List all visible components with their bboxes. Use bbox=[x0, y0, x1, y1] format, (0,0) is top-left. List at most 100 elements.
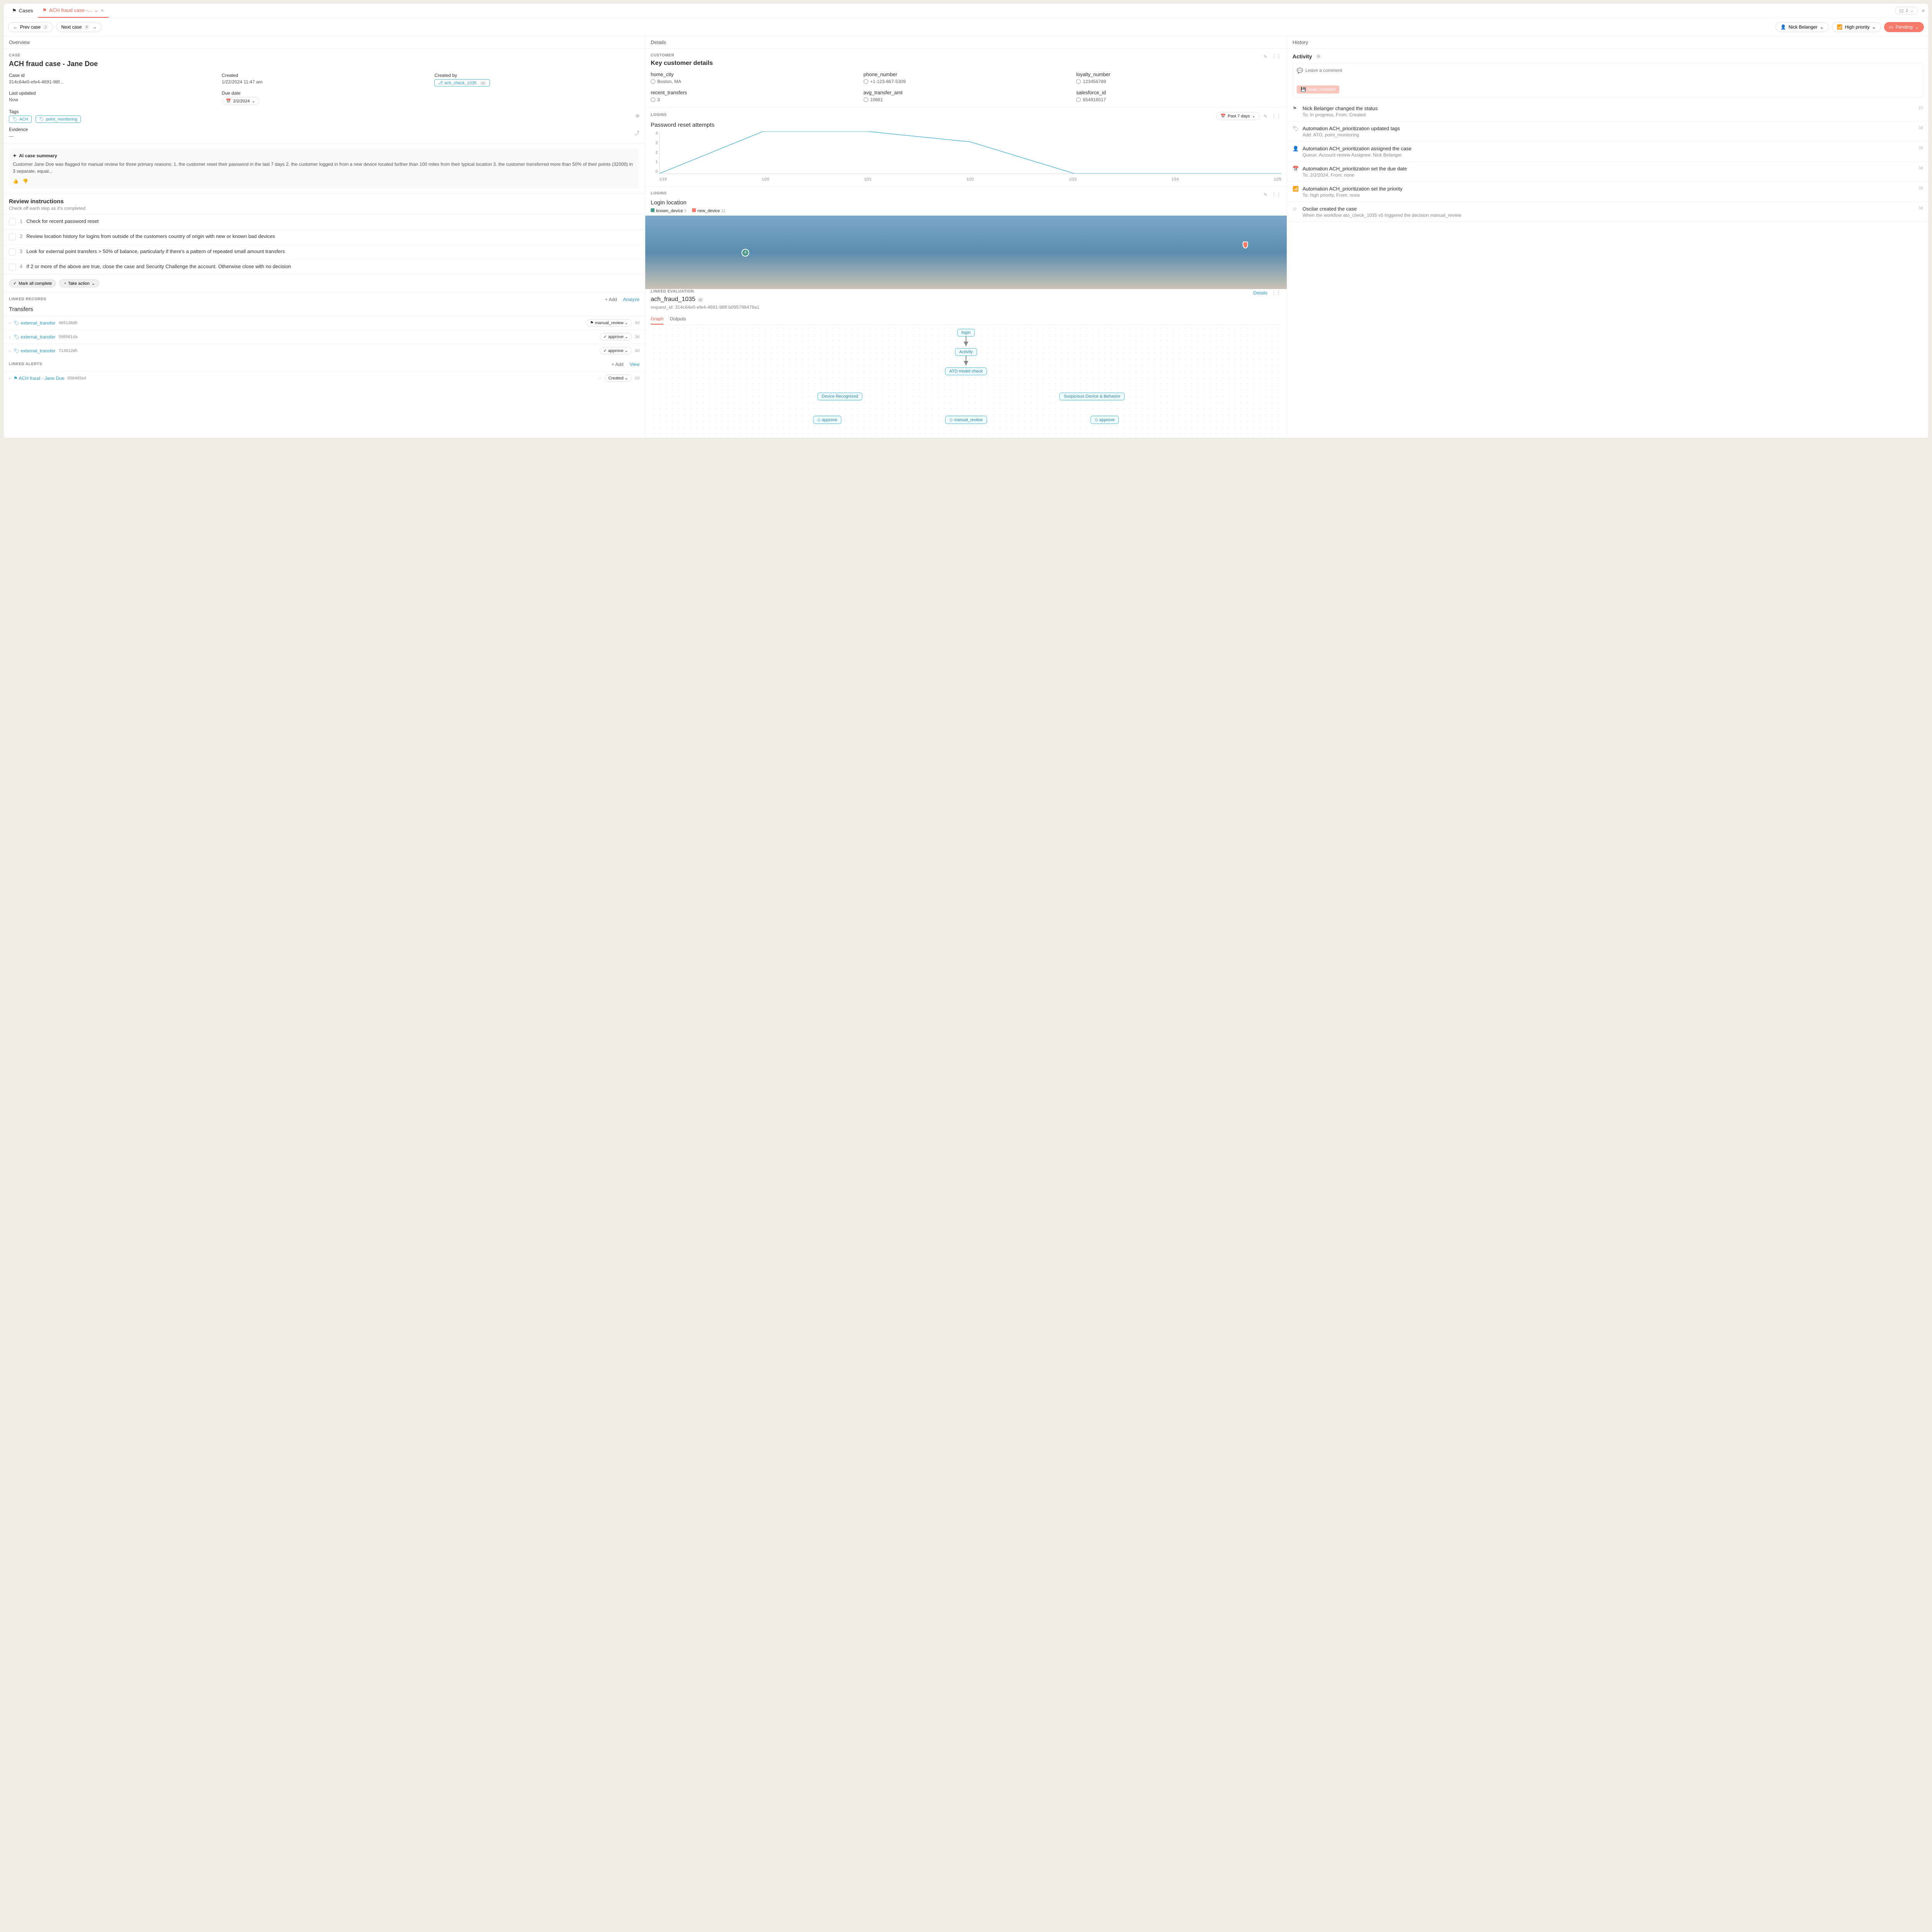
edit-icon[interactable]: ✎ bbox=[1264, 114, 1267, 119]
history-column: History Activity 6 💬 💾 Save comment ⚑ Ni… bbox=[1287, 36, 1929, 438]
field-value: 3 bbox=[651, 97, 856, 102]
add-record-button[interactable]: + Add bbox=[605, 297, 617, 302]
graph-node-ato-check[interactable]: ATO model check bbox=[945, 367, 987, 375]
assignee-selector[interactable]: 👤 Nick Belanger ⌄ bbox=[1776, 22, 1829, 32]
chevron-down-icon[interactable]: ⌄ bbox=[94, 7, 99, 14]
add-tag-icon[interactable]: ⊕ bbox=[635, 113, 639, 119]
activity-item: ☆ Oscilar created the case When the work… bbox=[1287, 202, 1929, 222]
overview-column: Overview CASE ACH fraud case - Jane Doe … bbox=[3, 36, 645, 438]
edit-icon[interactable]: ✎ bbox=[1264, 192, 1267, 197]
record-name[interactable]: 🏷 external_transfer bbox=[14, 320, 56, 326]
priority-selector[interactable]: 📶 High priority ⌄ bbox=[1832, 22, 1881, 32]
details-link[interactable]: Details bbox=[1253, 290, 1267, 296]
globe-icon bbox=[1076, 97, 1081, 102]
graph-node-activity[interactable]: Activity bbox=[955, 348, 977, 356]
record-row[interactable]: › 🏷 external_transfer 465138d5 ⚑ manual_… bbox=[3, 316, 645, 330]
arrow-left-icon: ← bbox=[13, 24, 18, 30]
thumbs-up-icon[interactable]: 👍 bbox=[13, 178, 19, 185]
step-checkbox[interactable] bbox=[9, 233, 16, 240]
chevron-down-icon: ⌄ bbox=[1820, 24, 1823, 30]
activity-timestamp: 3d bbox=[1918, 166, 1923, 178]
created-by-link[interactable]: ⎇ ach_check_1035 v1 bbox=[434, 79, 490, 87]
layout-selector[interactable]: ▯▯ 2 ⌄ bbox=[1895, 7, 1918, 15]
thumbs-down-icon[interactable]: 👎 bbox=[22, 178, 28, 185]
map-marker-known[interactable]: 4 bbox=[742, 249, 749, 257]
comment-input[interactable] bbox=[1305, 68, 1919, 83]
step-checkbox[interactable] bbox=[9, 248, 16, 255]
record-name[interactable]: 🏷 external_transfer bbox=[14, 348, 56, 354]
date-range-selector[interactable]: 📅Past 7 days⌄ bbox=[1216, 112, 1260, 120]
graph-node-manual-review[interactable]: ◇ manual_review bbox=[945, 416, 987, 424]
edit-icon[interactable]: ✎ bbox=[1264, 54, 1267, 60]
step-checkbox[interactable] bbox=[9, 218, 16, 225]
login-location-map[interactable]: 4 bbox=[645, 216, 1287, 289]
calendar-icon: 📅 bbox=[226, 99, 231, 104]
linked-alerts-header: LINKED ALERTS + Add View bbox=[3, 357, 645, 371]
activity-list: ⚑ Nick Belanger changed the status To: I… bbox=[1287, 102, 1929, 222]
alert-name[interactable]: ⚑ ACH fraud - Jane Doe bbox=[14, 376, 64, 381]
star-icon[interactable]: ☆ bbox=[598, 376, 602, 381]
chevron-right-icon[interactable]: › bbox=[9, 376, 10, 381]
chevron-right-icon[interactable]: › bbox=[9, 320, 10, 326]
view-alerts-button[interactable]: View bbox=[629, 362, 639, 367]
step-text: If 2 or more of the above are true, clos… bbox=[26, 264, 291, 270]
review-step: 1 Check for recent password reset bbox=[3, 214, 645, 230]
activity-count-badge: 6 bbox=[1315, 54, 1322, 59]
columns-icon: ▯▯ bbox=[1899, 8, 1904, 13]
drag-handle-icon[interactable]: ⋮⋮ bbox=[1271, 290, 1281, 296]
range-label: Past 7 days bbox=[1228, 114, 1250, 119]
review-steps-list: 1 Check for recent password reset 2 Revi… bbox=[3, 214, 645, 275]
tag-ach[interactable]: 🏷ACH bbox=[9, 116, 32, 123]
take-action-button[interactable]: ◔Take action⌄ bbox=[59, 279, 99, 287]
tab-graph[interactable]: Graph bbox=[651, 314, 663, 325]
due-date-selector[interactable]: 📅 2/2/2024 ⌄ bbox=[222, 97, 260, 105]
next-case-button[interactable]: Next case K → bbox=[56, 22, 102, 32]
tab-cases[interactable]: ⚑ Cases bbox=[7, 3, 38, 18]
record-row[interactable]: › 🏷 external_transfer 713612d5 ✓ approve… bbox=[3, 344, 645, 357]
save-icon: 💾 bbox=[1301, 87, 1306, 92]
mark-all-complete-button[interactable]: ✓Mark all complete bbox=[9, 279, 56, 287]
record-age: 3d bbox=[635, 335, 639, 339]
prev-case-button[interactable]: ← Prev case J bbox=[8, 22, 53, 32]
globe-icon bbox=[651, 79, 655, 84]
drag-handle-icon[interactable]: ⋮⋮ bbox=[1271, 54, 1281, 60]
map-marker-new[interactable] bbox=[1243, 242, 1248, 248]
add-alert-button[interactable]: + Add bbox=[612, 362, 624, 367]
globe-icon bbox=[651, 97, 655, 102]
record-row[interactable]: › 🏷 external_transfer 5985614a ✓ approve… bbox=[3, 330, 645, 344]
review-step: 4 If 2 or more of the above are true, cl… bbox=[3, 260, 645, 275]
analyze-button[interactable]: Analyze bbox=[623, 297, 639, 302]
upload-icon[interactable]: ⤴ bbox=[634, 129, 639, 136]
graph-node-suspicious[interactable]: Suspicious Device & Behavior bbox=[1060, 393, 1125, 400]
close-icon[interactable]: × bbox=[101, 7, 104, 14]
graph-node-login[interactable]: login bbox=[957, 329, 975, 337]
record-name[interactable]: 🏷 external_transfer bbox=[14, 334, 56, 340]
customer-field: phone_number +1-123-867-5309 bbox=[864, 71, 1069, 84]
customer-field: avg_transfer_amt 10661 bbox=[864, 90, 1069, 102]
tab-outputs[interactable]: Outputs bbox=[670, 314, 686, 325]
evaluation-graph[interactable]: login Activity ATO model check Device Re… bbox=[651, 325, 1281, 433]
tab-active-case[interactable]: ⚑ ACH fraud case -... ⌄ × bbox=[38, 3, 109, 18]
status-selector[interactable]: ▭ Pending ⌄ bbox=[1884, 22, 1924, 32]
tag-point-monitoring[interactable]: 🏷point_monitoring bbox=[36, 116, 81, 123]
graph-node-approve-2[interactable]: ◇ approve bbox=[1090, 416, 1119, 424]
case-panel: CASE ACH fraud case - Jane Doe Case id 3… bbox=[3, 49, 645, 144]
login-location-panel: LOGINS ✎ ⋮⋮ Login location known_device … bbox=[645, 187, 1287, 285]
decision-pill[interactable]: ✓ approve ⌄ bbox=[600, 347, 631, 354]
drag-handle-icon[interactable]: ⋮⋮ bbox=[1271, 192, 1281, 198]
alert-row[interactable]: › ⚑ ACH fraud - Jane Doe 956465s4 ☆ Crea… bbox=[3, 371, 645, 385]
decision-pill[interactable]: ⚑ manual_review ⌄ bbox=[587, 319, 632, 327]
decision-pill[interactable]: ✓ approve ⌄ bbox=[600, 333, 631, 340]
graph-node-approve-1[interactable]: ◇ approve bbox=[813, 416, 841, 424]
status-pill[interactable]: Created ⌄ bbox=[605, 374, 631, 382]
record-age: 3d bbox=[635, 321, 639, 325]
drag-handle-icon[interactable]: ⋮⋮ bbox=[1271, 113, 1281, 119]
chevron-right-icon[interactable]: › bbox=[9, 334, 10, 340]
linked-evaluation-panel: LINKED EVALUATION Details ⋮⋮ ach_fraud_1… bbox=[645, 285, 1287, 438]
step-checkbox[interactable] bbox=[9, 264, 16, 270]
graph-node-device-recognized[interactable]: Device Recognized bbox=[817, 393, 862, 400]
close-panel-icon[interactable]: × bbox=[1922, 8, 1925, 14]
chevron-right-icon[interactable]: › bbox=[9, 348, 10, 354]
customer-title: Key customer details bbox=[651, 60, 1281, 67]
save-comment-button[interactable]: 💾 Save comment bbox=[1297, 85, 1339, 94]
